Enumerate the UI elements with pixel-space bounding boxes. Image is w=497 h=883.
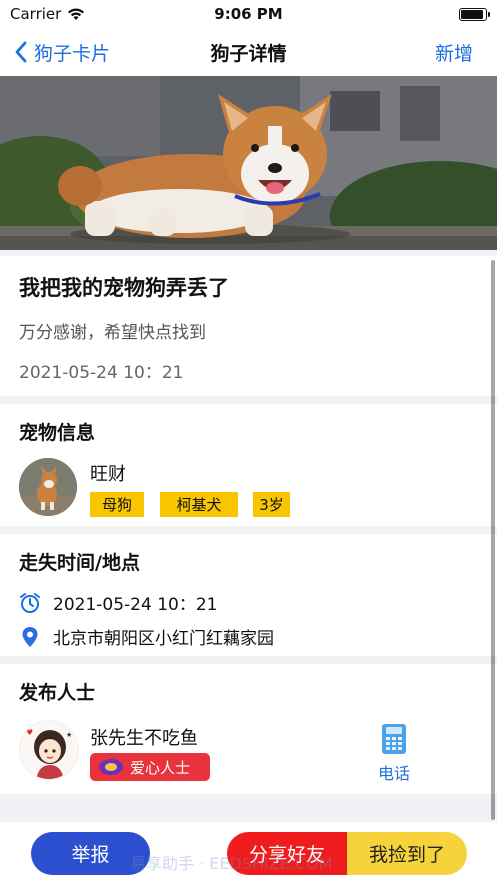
phone-label: 电话 [377, 764, 410, 783]
share-button[interactable]: 分享好友 [227, 832, 347, 875]
report-button[interactable]: 举报 [31, 832, 150, 875]
lost-info-card: 走失时间/地点 2021-05-24 10：21 北京市朝阳区小红门红藕家园 [0, 534, 497, 656]
location-pin-icon [22, 626, 38, 647]
post-datetime: 2021-05-24 10：21 [19, 363, 184, 383]
lost-location: 北京市朝阳区小红门红藕家园 [53, 629, 274, 649]
medal-icon [99, 759, 123, 775]
poster-avatar: ♥ ★ [19, 720, 79, 780]
section-title-poster: 发布人士 [19, 682, 96, 704]
wifi-icon [68, 8, 85, 20]
badge-label: 爱心人士 [130, 758, 191, 777]
scrollbar[interactable] [491, 260, 495, 820]
tag-gender: 母狗 [90, 492, 144, 517]
add-button[interactable]: 新增 [435, 28, 473, 76]
post-summary-card: 我把我的宠物狗弄丢了 万分感谢，希望快点找到 2021-05-24 10：21 [0, 256, 497, 396]
post-title: 我把我的宠物狗弄丢了 [19, 276, 229, 300]
back-label: 狗子卡片 [34, 42, 111, 65]
pet-name: 旺财 [90, 464, 126, 485]
svg-text:★: ★ [66, 731, 72, 739]
navigation-bar: 狗子卡片 狗子详情 新增 [0, 28, 497, 76]
back-button[interactable]: 狗子卡片 [14, 28, 110, 76]
page-title: 狗子详情 [210, 42, 287, 65]
section-title-lost: 走失时间/地点 [19, 552, 140, 574]
pet-avatar [19, 458, 77, 516]
status-bar: Carrier 9:06 PM [0, 0, 497, 28]
chevron-left-icon [15, 41, 27, 63]
section-title-pet-info: 宠物信息 [19, 422, 96, 444]
carrier-label: Carrier [10, 5, 62, 23]
lost-location-row: 北京市朝阳区小红门红藕家园 [19, 624, 274, 649]
pet-info-card: 宠物信息 旺财 母狗 柯基犬 3岁 [0, 404, 497, 526]
call-button[interactable]: 电话 [370, 722, 418, 784]
lost-time-row: 2021-05-24 10：21 [19, 590, 217, 615]
pet-photo [0, 76, 497, 250]
poster-badge: 爱心人士 [90, 753, 210, 781]
svg-text:♥: ♥ [26, 728, 33, 737]
corgi-photo-illustration [0, 76, 497, 250]
post-subtitle: 万分感谢，希望快点找到 [19, 323, 206, 343]
poster-name: 张先生不吃鱼 [90, 728, 198, 749]
found-button[interactable]: 我捡到了 [347, 832, 467, 875]
battery-icon [459, 7, 490, 21]
poster-card: 发布人士 ♥ ★ 张先生不吃鱼 爱心人士 电话 [0, 664, 497, 794]
status-left: Carrier [10, 5, 85, 23]
tag-age: 3岁 [253, 492, 290, 517]
lost-time: 2021-05-24 10：21 [53, 595, 218, 615]
tag-breed: 柯基犬 [160, 492, 238, 517]
bottom-action-bar: 举报 分享好友 我捡到了 易享助手 · EEDSHIZE.COM [0, 822, 497, 883]
telephone-icon [382, 724, 406, 754]
alarm-clock-icon [20, 592, 40, 613]
